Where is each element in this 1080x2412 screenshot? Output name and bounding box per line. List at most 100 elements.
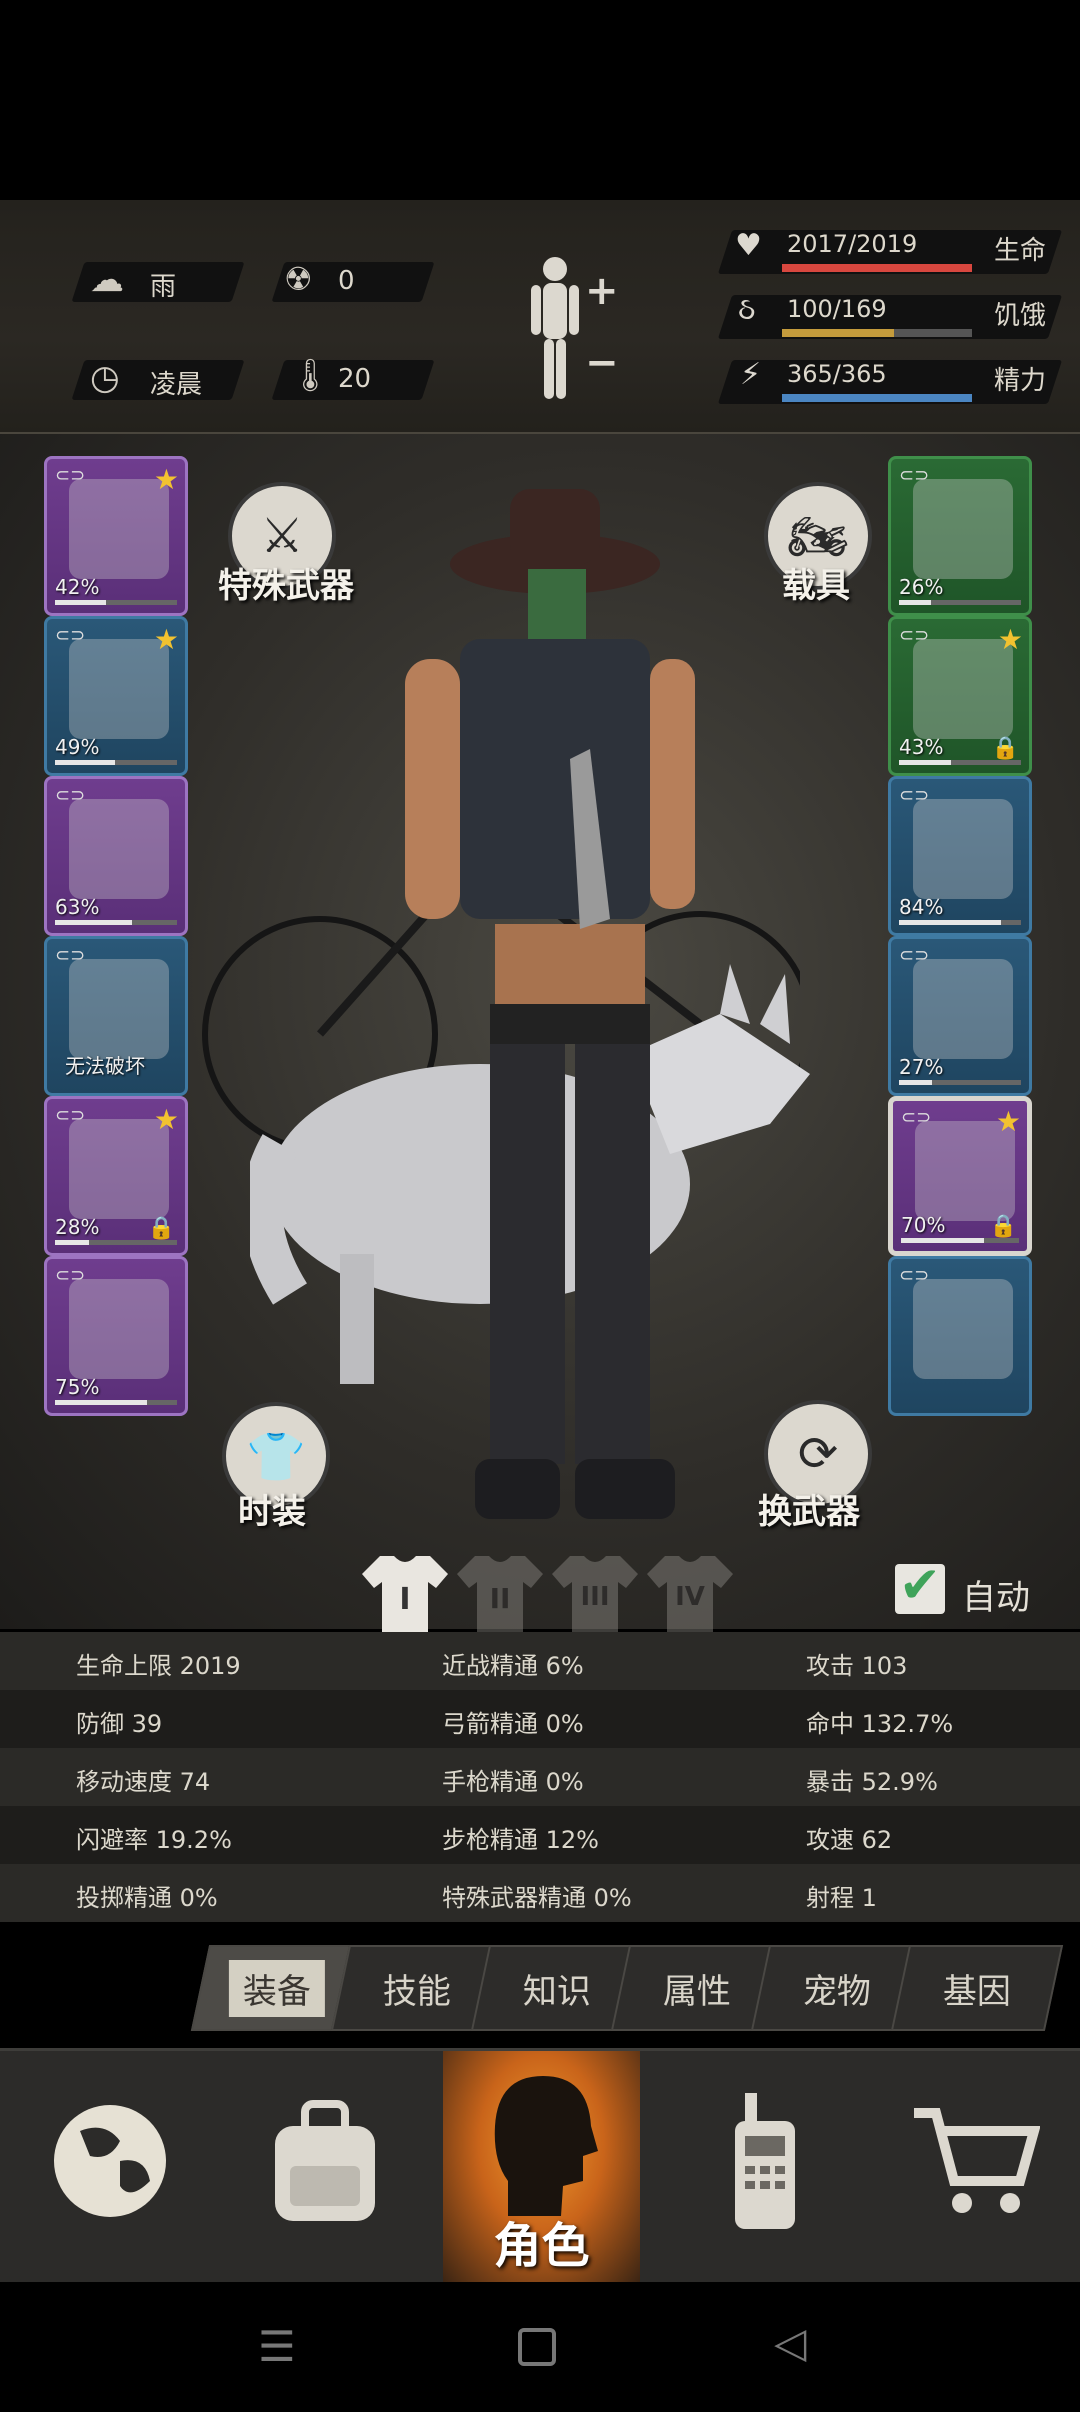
link-icon: ⊂⊃	[55, 625, 86, 646]
link-icon: ⊂⊃	[55, 945, 86, 966]
vest-icon	[913, 799, 1013, 899]
durability-bar	[55, 760, 177, 765]
outfit-tab-4[interactable]: IV	[645, 1552, 735, 1634]
hunger-value: 100/169	[787, 295, 887, 323]
radiation-icon: ☢	[284, 260, 313, 298]
link-icon: ⊂⊃	[55, 1265, 86, 1286]
link-icon: ⊂⊃	[55, 785, 86, 806]
equipment-slot-pants[interactable]: ⊂⊃ ★ 🔒 28%	[44, 1096, 188, 1256]
equipment-slot-shield[interactable]: ⊂⊃ 27%	[888, 936, 1032, 1096]
tab-label: 技能	[383, 1971, 451, 2012]
tab-5[interactable]: 基因	[890, 1945, 1064, 2031]
equipment-slot-helmet[interactable]: ⊂⊃ ★ 42%	[44, 456, 188, 616]
main-tab-bar: 装备 技能 知识 属性 宠物 基因	[190, 1945, 1064, 2031]
equipment-slot-glasses[interactable]: ⊂⊃ 26%	[888, 456, 1032, 616]
equipment-slot-machete[interactable]: ⊂⊃ ★ 🔒 70%	[888, 1096, 1032, 1256]
durability-text: 43%	[899, 735, 944, 759]
star-icon: ★	[153, 623, 179, 656]
swap-weapon-label: 换武器	[758, 1492, 860, 1532]
home-icon[interactable]	[518, 2328, 556, 2366]
body-figure-icon	[531, 257, 579, 399]
head-silhouette-icon	[494, 2076, 598, 2216]
durability-text: 26%	[899, 575, 944, 599]
tab-label: 知识	[523, 1971, 591, 2012]
equipment-slot-boots[interactable]: ⊂⊃ 75%	[44, 1256, 188, 1416]
backpack-icon	[275, 2100, 375, 2221]
lock-icon: 🔒	[989, 1214, 1017, 1239]
shopping-cart-icon	[914, 2108, 1040, 2213]
character-scene: ⚔ 特殊武器 🏍 载具 👕 时装 ⟳ 换武器 ⊂⊃★42%◆◆◆⊂⊃★49%⊂⊃…	[0, 434, 1080, 1632]
outfit-tab-1-label: I	[399, 1582, 411, 1617]
stat-value: 特殊武器精通 0%	[442, 1884, 632, 1912]
auto-checkbox[interactable]: ✔	[895, 1556, 945, 1614]
hunger-label: 饥饿	[994, 301, 1047, 331]
bottom-navigation: 角色	[0, 2048, 1080, 2283]
durability-bar	[55, 1240, 177, 1245]
outfit-tab-2[interactable]: II	[455, 1552, 545, 1634]
back-icon[interactable]: ◁	[774, 2318, 806, 2367]
auto-label: 自动	[962, 1578, 1030, 1618]
durability-text: 27%	[899, 1055, 944, 1079]
durability-text: 42%	[55, 575, 100, 599]
coat-icon	[69, 799, 169, 899]
link-icon: ⊂⊃	[899, 465, 930, 486]
star-icon: ★	[153, 463, 179, 496]
stat-value: 弓箭精通 0%	[442, 1710, 584, 1738]
system-navigation-bar: ☰ ◁	[0, 2282, 1080, 2412]
durability-bar	[899, 920, 1021, 925]
durability-text: 无法破坏	[65, 1054, 145, 1078]
durability-text: 49%	[55, 735, 100, 759]
durability-bar	[899, 1080, 1021, 1085]
durability-bar	[901, 1238, 1019, 1243]
outfit-tab-3[interactable]: III	[550, 1552, 640, 1634]
link-icon: ⊂⊃	[899, 625, 930, 646]
heart-icon: ♥	[735, 228, 762, 263]
lock-icon: 🔒	[147, 1216, 175, 1241]
inventory-button[interactable]	[260, 2091, 390, 2231]
stat-value: 投掷精通 0%	[76, 1884, 218, 1912]
equipment-slot-shirt[interactable]: ⊂⊃ ★ 49%	[44, 616, 188, 776]
equipment-slot-vest[interactable]: ⊂⊃ 84%	[888, 776, 1032, 936]
durability-text: 75%	[55, 1375, 100, 1399]
body-status-button[interactable]	[525, 255, 585, 405]
plus-icon: +	[585, 268, 619, 314]
world-map-button[interactable]	[45, 2091, 175, 2231]
menu-icon[interactable]: ☰	[258, 2322, 296, 2371]
motorcycle-icon: 🏍	[787, 508, 849, 565]
durability-text: 84%	[899, 895, 944, 919]
fashion-label: 时装	[238, 1492, 306, 1532]
stat-value: 攻速 62	[806, 1826, 893, 1854]
outfit-tab-2-label: II	[489, 1582, 511, 1615]
character-tab-button[interactable]: 角色	[443, 2051, 640, 2283]
equipment-slot-spear[interactable]: ⊂⊃	[888, 1256, 1032, 1416]
walkie-talkie-icon	[735, 2093, 795, 2229]
clock-icon: ◷	[90, 358, 120, 398]
stat-value: 生命上限 2019	[76, 1652, 241, 1680]
star-icon: ★	[995, 1105, 1021, 1138]
radio-button[interactable]	[700, 2091, 830, 2231]
life-label: 生命	[994, 236, 1047, 266]
stats-row: 闪避率 19.2% 步枪精通 12% 攻速 62	[0, 1806, 1080, 1864]
special-weapon-label: 特殊武器	[218, 566, 354, 606]
shield-icon	[913, 959, 1013, 1059]
status-panel: ☁ 雨 ☢ 0 ◷ 凌晨 🌡 20 + − ♥ 2017/2019 生命 ઠ 1…	[0, 200, 1080, 434]
stat-value: 暴击 52.9%	[806, 1768, 938, 1796]
stat-value: 闪避率 19.2%	[76, 1826, 232, 1854]
life-value: 2017/2019	[787, 230, 918, 258]
durability-text: 28%	[55, 1215, 100, 1239]
stats-row: 防御 39 弓箭精通 0% 命中 132.7%	[0, 1690, 1080, 1748]
shop-button[interactable]	[910, 2091, 1040, 2231]
equipment-slot-backpack[interactable]: ⊂⊃ 无法破坏	[44, 936, 188, 1096]
life-bar	[782, 264, 972, 272]
stat-value: 防御 39	[76, 1710, 163, 1738]
equipment-slot-mask[interactable]: ⊂⊃ ★ 🔒 43%	[888, 616, 1032, 776]
durability-bar	[899, 760, 1021, 765]
star-icon: ★	[153, 1103, 179, 1136]
time-text: 凌晨	[150, 370, 203, 400]
outfit-tab-3-label: III	[580, 1582, 610, 1612]
durability-bar	[55, 920, 177, 925]
equipment-slot-coat[interactable]: ⊂⊃ 63%	[44, 776, 188, 936]
outfit-tab-1[interactable]: I	[360, 1552, 450, 1634]
star-icon: ★	[997, 623, 1023, 656]
hunger-bar	[782, 329, 972, 337]
